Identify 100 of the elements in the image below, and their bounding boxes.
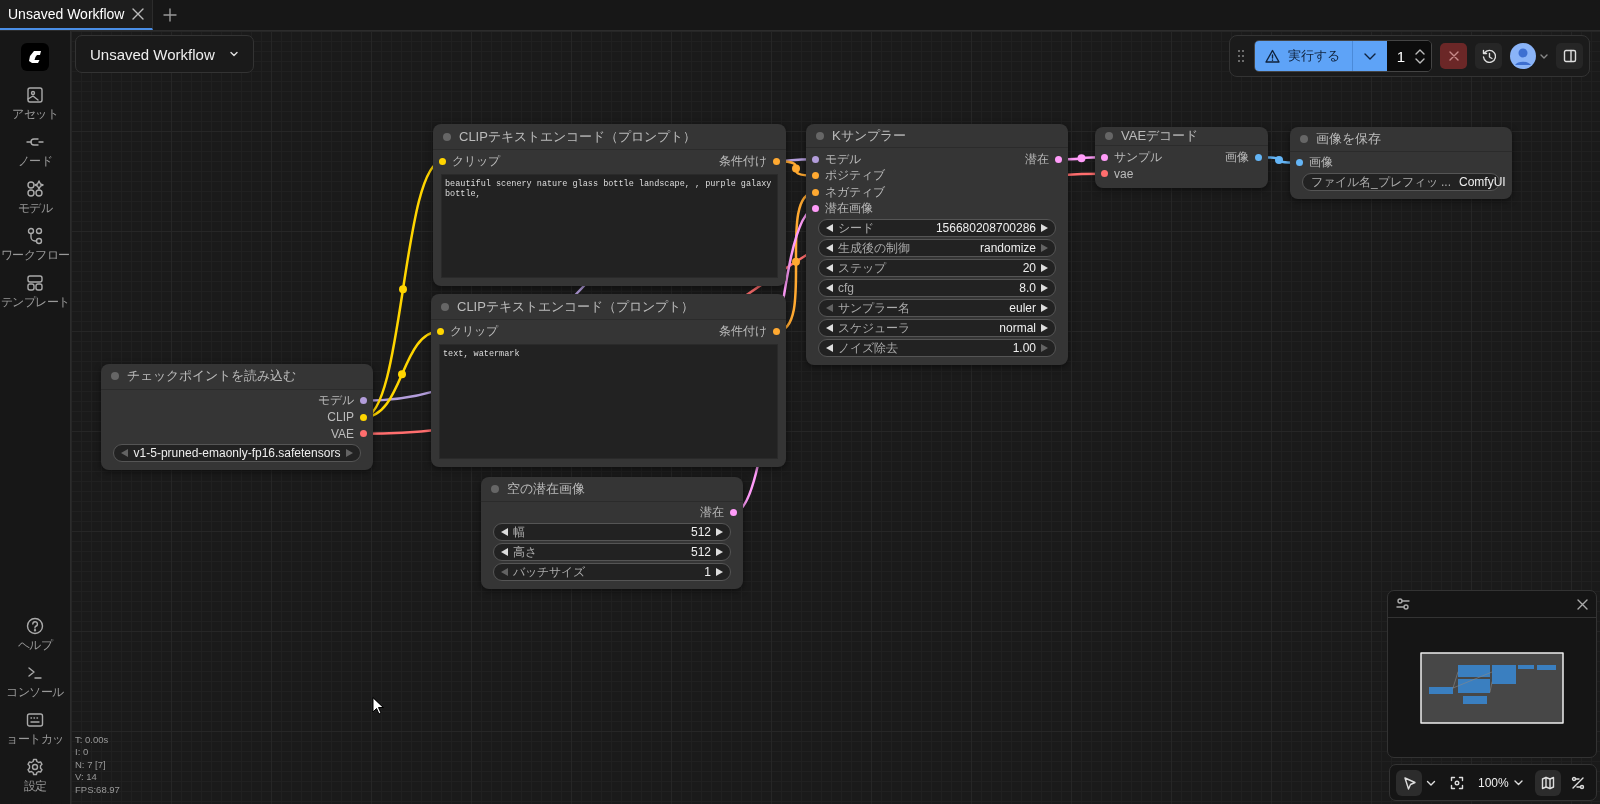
input-slot-dot[interactable] [439, 157, 446, 165]
left-arrow-icon[interactable] [825, 343, 834, 353]
right-arrow-icon[interactable] [1040, 303, 1049, 313]
node-title: 空の潜在画像 [507, 479, 585, 498]
node-title: Kサンプラー [832, 126, 906, 145]
sidebar-item[interactable]: ヘルプ [0, 616, 70, 655]
left-arrow-icon[interactable] [825, 323, 834, 333]
output-slot-dot[interactable] [360, 430, 367, 438]
output-slot-dot[interactable] [1055, 155, 1062, 163]
widget-label: 高さ [513, 543, 537, 561]
sidebar-item[interactable]: ワークフロー [0, 226, 70, 265]
input-slot-dot[interactable] [1101, 170, 1108, 178]
slot-label: VAE [330, 426, 354, 441]
zoom-dropdown[interactable]: 100% [1474, 775, 1527, 790]
output-slot-dot[interactable] [773, 327, 780, 335]
status-dot [816, 131, 824, 140]
right-arrow-icon[interactable] [715, 527, 724, 537]
account-button[interactable] [1510, 43, 1548, 69]
node-card[interactable]: CLIPテキストエンコード（プロンプト） クリップ 条件付け beautiful scenery nature glass bottle landscape, , purple galaxy bottle, [433, 124, 786, 286]
left-arrow-icon[interactable] [500, 527, 509, 537]
node-card[interactable]: Kサンプラー モデル 潜在 ポジティブ ネガティブ 潜在画像 シード 156680208700286 生成後の制御 randomize ステップ 20 cfg 8.0 サンプラー名 euler スケジューラ normal ノイズ除去 1.00 [806, 124, 1068, 365]
cursor-icon [372, 697, 384, 715]
history-icon [1481, 49, 1496, 63]
combo-widget[interactable]: サンプラー名 euler [818, 299, 1056, 317]
keyboard-icon [26, 711, 44, 729]
drag-handle-icon[interactable] [1235, 48, 1246, 64]
slot-label: ポジティブ [825, 167, 885, 185]
sidebar-item[interactable]: テンプレート [0, 273, 70, 312]
input-slot-dot[interactable] [437, 327, 444, 335]
close-icon[interactable] [132, 8, 145, 20]
number-widget[interactable]: 高さ 512 [493, 543, 731, 561]
left-arrow-icon[interactable] [825, 263, 834, 273]
number-widget[interactable]: バッチサイズ 1 [493, 563, 731, 581]
widget-value: euler [1009, 301, 1036, 315]
number-widget[interactable]: cfg 8.0 [818, 279, 1056, 297]
slot-label: サンプル [1114, 148, 1162, 166]
stop-button[interactable] [1440, 43, 1467, 69]
output-slot-dot[interactable] [773, 157, 780, 165]
sliders-icon[interactable] [1396, 597, 1410, 611]
output-slot-dot[interactable] [730, 509, 737, 517]
widget-label: ノイズ除去 [838, 339, 898, 357]
logo-icon[interactable] [21, 43, 49, 71]
settings-icon [26, 758, 44, 776]
input-slot-dot[interactable] [812, 205, 819, 213]
shapes-icon [26, 180, 44, 198]
sidebar-item[interactable]: アセット [0, 85, 70, 124]
slot-label: 潜在 [1025, 150, 1049, 168]
tool-button[interactable] [1396, 769, 1422, 796]
input-slot-dot[interactable] [812, 188, 819, 196]
sidebar-item[interactable]: 設定 [0, 757, 70, 796]
output-slot-dot[interactable] [1255, 153, 1262, 161]
node-card[interactable]: VAEデコード サンプル 画像 vae [1095, 127, 1268, 188]
left-arrow-icon[interactable] [825, 223, 834, 233]
prompt-field[interactable]: beautiful scenery nature glass bottle landscape, , purple galaxy bottle, [441, 173, 778, 278]
number-widget[interactable]: シード 156680208700286 [818, 219, 1056, 237]
number-widget[interactable]: 幅 512 [493, 523, 731, 541]
sidebar-item[interactable]: コンソール [0, 663, 70, 702]
template-icon [26, 274, 44, 292]
sidebar-item[interactable]: ノード [0, 132, 70, 171]
output-slot-dot[interactable] [360, 397, 367, 405]
right-arrow-icon[interactable] [1040, 223, 1049, 233]
input-slot-dot[interactable] [812, 155, 819, 163]
tool-button[interactable] [1534, 769, 1561, 796]
number-widget[interactable]: ステップ 20 [818, 259, 1056, 277]
prompt-field[interactable]: text, watermark [439, 343, 778, 459]
caret-icon [228, 49, 239, 59]
right-arrow-icon[interactable] [715, 567, 724, 577]
output-slot-dot[interactable] [360, 413, 367, 421]
sidebar-item[interactable]: モデル [0, 179, 70, 218]
right-arrow-icon[interactable] [715, 547, 724, 557]
left-arrow-icon[interactable] [825, 243, 834, 253]
history-button[interactable] [1475, 43, 1502, 69]
node-card[interactable]: CLIPテキストエンコード（プロンプト） クリップ 条件付け text, watermark [431, 294, 786, 467]
right-arrow-icon[interactable] [1040, 323, 1049, 333]
node-card[interactable]: チェックポイントを読み込む モデル CLIP VAE v1-5-pruned-emaonly-fp16.safetensors [101, 364, 373, 470]
node-title: CLIPテキストエンコード（プロンプト） [459, 127, 696, 146]
right-arrow-icon[interactable] [1040, 263, 1049, 273]
widget-value: 512 [690, 545, 711, 559]
widget-value: 1.00 [1012, 341, 1036, 355]
number-widget[interactable]: ノイズ除去 1.00 [818, 339, 1056, 357]
widget-label: サンプラー名 [838, 299, 910, 317]
close-icon[interactable] [1577, 598, 1588, 610]
node-card[interactable]: 画像を保存 画像 ファイル名_プレフィッ ... ComfyUI [1290, 127, 1512, 199]
panel-toggle-button[interactable] [1556, 43, 1583, 69]
workflow-tab[interactable]: Unsaved Workflow [0, 0, 154, 30]
left-arrow-icon[interactable] [500, 547, 509, 557]
combo-widget[interactable]: 生成後の制御 randomize [818, 239, 1056, 257]
right-arrow-icon[interactable] [1040, 283, 1049, 293]
add-icon[interactable] [163, 8, 178, 22]
input-slot-dot[interactable] [1296, 159, 1303, 167]
workflow-menu[interactable]: Unsaved Workflow [75, 35, 254, 73]
left-arrow-icon[interactable] [825, 283, 834, 293]
widget-label: 幅 [513, 523, 525, 541]
sidebar-item[interactable]: ョートカッ [0, 710, 70, 749]
input-slot-dot[interactable] [1101, 153, 1108, 161]
input-slot-dot[interactable] [812, 172, 819, 180]
slot-label: 潜在画像 [825, 200, 873, 218]
node-card[interactable]: 空の潜在画像 潜在 幅 512 高さ 512 バッチサイズ 1 [481, 477, 743, 589]
minimap-drawing[interactable] [1420, 651, 1564, 724]
combo-widget[interactable]: スケジューラ normal [818, 319, 1056, 337]
